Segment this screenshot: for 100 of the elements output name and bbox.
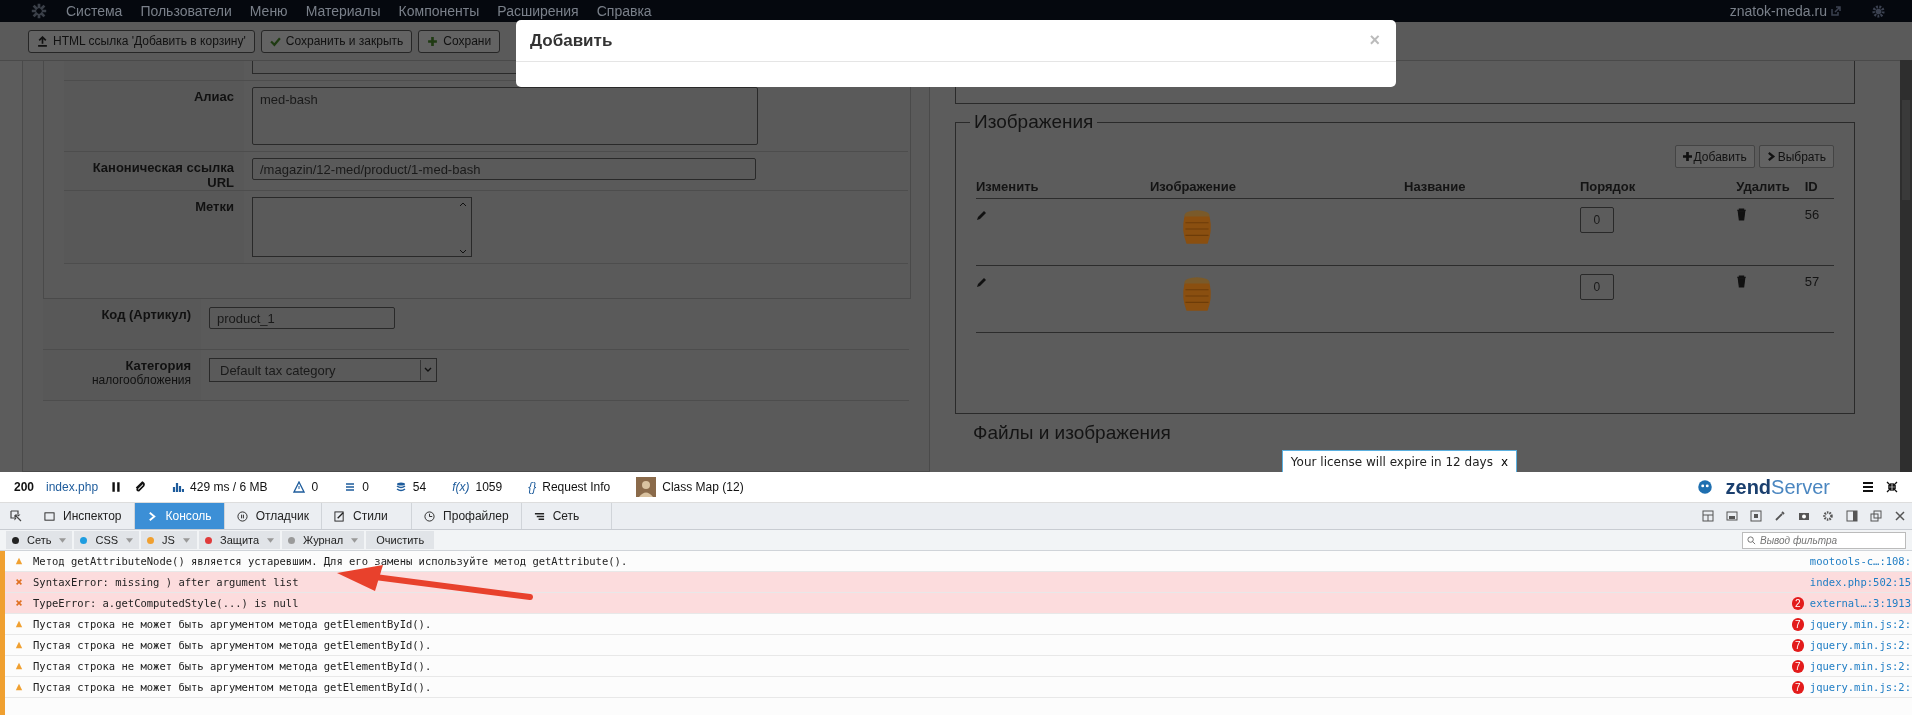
- caret-icon[interactable]: [182, 537, 190, 543]
- filter-button[interactable]: JS: [141, 531, 198, 549]
- stat-label[interactable]: Class Map (12): [662, 480, 744, 494]
- dock-icon[interactable]: [1846, 510, 1858, 522]
- toolbar-button[interactable]: Сохрани: [418, 29, 501, 53]
- source-link[interactable]: jquery.min.js:2:: [1809, 639, 1912, 651]
- tooltip-text: Your license will expire in 12 days: [1290, 455, 1493, 469]
- warning-icon[interactable]: [293, 481, 306, 493]
- devtools-tab[interactable]: Стили: [322, 503, 413, 529]
- error-icon: [15, 599, 23, 607]
- list-icon[interactable]: [344, 481, 357, 493]
- console-message: SyntaxError: missing ) after argument list: [33, 576, 299, 588]
- stat-label[interactable]: 1059: [475, 480, 503, 494]
- check-icon: [269, 35, 281, 47]
- field-label: Категория: [124, 358, 191, 373]
- menu-item[interactable]: Справка: [596, 3, 652, 19]
- modal-title: Добавить: [530, 30, 613, 51]
- devtools-tab[interactable]: Отладчик: [224, 503, 323, 529]
- devtools-tab[interactable]: Сеть: [521, 503, 612, 529]
- bar-chart-icon[interactable]: [172, 481, 185, 493]
- table-cell-text: 57: [1804, 274, 1821, 289]
- picker-icon[interactable]: [10, 510, 22, 522]
- trash-icon[interactable]: [1736, 275, 1748, 288]
- settings-icon[interactable]: [1822, 510, 1834, 522]
- frame-icon[interactable]: [1750, 510, 1762, 522]
- upload-icon: [37, 35, 48, 47]
- caret-icon[interactable]: [351, 537, 359, 543]
- order-field[interactable]: 0: [1579, 207, 1614, 233]
- collapse-icon[interactable]: [1886, 481, 1898, 493]
- pause-icon[interactable]: [110, 481, 123, 493]
- column-header: Название: [1404, 178, 1467, 194]
- pencil-icon[interactable]: [976, 276, 988, 288]
- paperclip-icon[interactable]: [134, 481, 147, 493]
- filter-field[interactable]: Вывод фильтра: [1742, 531, 1906, 549]
- tags-field[interactable]: [252, 197, 472, 257]
- toolbar-button[interactable]: HTML ссылка 'Добавить в корзину': [28, 29, 255, 53]
- robot-icon: [1695, 478, 1714, 496]
- stat-label[interactable]: Request Info: [542, 480, 611, 494]
- caret-icon[interactable]: [59, 537, 67, 543]
- eyedropper-icon[interactable]: [1774, 510, 1786, 522]
- clear-button[interactable]: Очистить: [366, 531, 435, 549]
- stat-label[interactable]: 0: [311, 480, 319, 494]
- menu-item[interactable]: Компоненты: [398, 3, 480, 19]
- site-link[interactable]: znatok-meda.ru: [1729, 3, 1827, 19]
- warning-icon: [15, 641, 23, 649]
- source-link[interactable]: mootools-c…:108:: [1809, 555, 1912, 567]
- window-icon[interactable]: [1726, 510, 1738, 522]
- scroll-arrows-icon[interactable]: [459, 200, 467, 256]
- camera-icon[interactable]: [1798, 510, 1810, 522]
- network-icon: [533, 510, 545, 522]
- menu-item[interactable]: Материалы: [305, 3, 381, 19]
- order-field[interactable]: 0: [1579, 274, 1614, 300]
- source-link[interactable]: jquery.min.js:2:: [1809, 660, 1912, 672]
- filter-button[interactable]: Защита: [199, 531, 281, 549]
- filter-button[interactable]: Журнал: [282, 531, 365, 549]
- external-link-icon: [1831, 6, 1841, 16]
- stat-label[interactable]: 429 ms / 6 MB: [190, 480, 268, 494]
- close-button[interactable]: x: [1500, 455, 1508, 469]
- caret-icon[interactable]: [267, 537, 275, 543]
- warning-icon: [15, 683, 23, 691]
- brand-logo: zendServer: [1725, 475, 1830, 499]
- source-link[interactable]: external…:3:1913: [1809, 597, 1912, 609]
- source-link[interactable]: jquery.min.js:2:: [1809, 681, 1912, 693]
- menu-item[interactable]: Пользователи: [140, 3, 232, 19]
- pencil-icon[interactable]: [976, 209, 988, 221]
- database-icon[interactable]: [394, 481, 407, 493]
- avatar-icon[interactable]: [636, 477, 657, 497]
- caret-icon[interactable]: [126, 537, 134, 543]
- source-link[interactable]: index.php:502:15: [1809, 576, 1912, 588]
- file-link[interactable]: index.php: [46, 480, 99, 494]
- function-icon[interactable]: f(x): [452, 480, 470, 494]
- devtools-tab[interactable]: Инспектор: [32, 503, 135, 529]
- console-message: Пустая строка не может быть аргументом метода getElementById().: [33, 618, 432, 630]
- console-message: TypeError: a.getComputedStyle(...) is null: [33, 597, 299, 609]
- devtools-tab[interactable]: Профайлер: [412, 503, 522, 529]
- panel-button[interactable]: Добавить: [1674, 145, 1755, 168]
- menu-icon[interactable]: [1862, 481, 1874, 493]
- panel-button[interactable]: Выбрать: [1758, 145, 1834, 168]
- function-icon[interactable]: {}: [528, 480, 537, 494]
- warning-icon: [15, 620, 23, 628]
- filter-button[interactable]: CSS: [74, 531, 140, 549]
- detach-icon[interactable]: [1870, 510, 1882, 522]
- error-icon: [15, 578, 23, 586]
- menu-item[interactable]: Система: [66, 3, 123, 19]
- console-message: Метод getAttributeNode() является устаревшим. Для его замены используйте метод getAttribute().: [33, 555, 628, 567]
- close-icon[interactable]: [1894, 510, 1906, 522]
- chevron-icon: [1766, 152, 1776, 161]
- devtools-tab[interactable]: Консоль: [134, 503, 225, 529]
- layout-icon[interactable]: [1702, 510, 1714, 522]
- stat-label[interactable]: 0: [362, 480, 369, 494]
- source-link[interactable]: jquery.min.js:2:: [1809, 618, 1912, 630]
- field-label: Каноническая ссылка URL: [92, 160, 234, 190]
- toolbar-button[interactable]: Сохранить и закрыть: [260, 29, 413, 53]
- menu-item[interactable]: Расширения: [497, 3, 579, 19]
- trash-icon[interactable]: [1736, 208, 1748, 221]
- menu-item[interactable]: Меню: [249, 3, 288, 19]
- field-sublabel: налогообложения: [90, 373, 191, 387]
- section-title: Файлы и изображения: [973, 422, 1172, 444]
- stat-label[interactable]: 54: [412, 480, 427, 494]
- filter-button[interactable]: Сеть: [6, 531, 73, 549]
